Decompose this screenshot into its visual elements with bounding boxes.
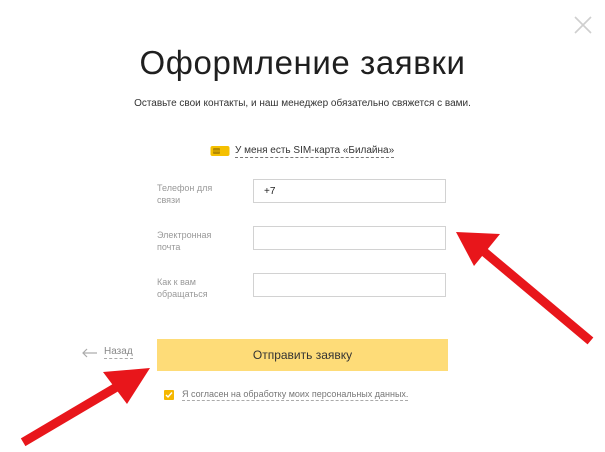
arrow-left-icon — [82, 348, 97, 357]
email-label: Электронная почта — [157, 230, 212, 252]
name-label: Как к вам обращаться — [157, 277, 208, 299]
close-icon[interactable] — [570, 12, 596, 38]
phone-label: Телефон для связи — [157, 183, 213, 205]
checkmark-icon — [165, 392, 173, 399]
dialog-subtitle: Оставьте свои контакты, и наш менеджер о… — [134, 98, 471, 109]
email-input[interactable] — [253, 226, 446, 250]
annotation-arrow — [20, 368, 150, 447]
submit-button[interactable]: Отправить заявку — [157, 339, 448, 371]
dialog-title: Оформление заявки — [139, 44, 466, 81]
sim-card-icon — [210, 146, 230, 156]
sim-card-link[interactable]: У меня есть SIM-карта «Билайна» — [210, 143, 395, 159]
back-label[interactable]: Назад — [104, 346, 133, 359]
annotation-arrow — [456, 232, 594, 345]
phone-input[interactable] — [253, 179, 446, 203]
consent-row: Я согласен на обработку моих персональны… — [164, 389, 409, 401]
back-link[interactable]: Назад — [82, 346, 133, 359]
consent-checkbox[interactable] — [164, 390, 174, 400]
sim-card-link-label[interactable]: У меня есть SIM-карта «Билайна» — [235, 145, 395, 158]
name-input[interactable] — [253, 273, 446, 297]
consent-label[interactable]: Я согласен на обработку моих персональны… — [182, 389, 409, 401]
